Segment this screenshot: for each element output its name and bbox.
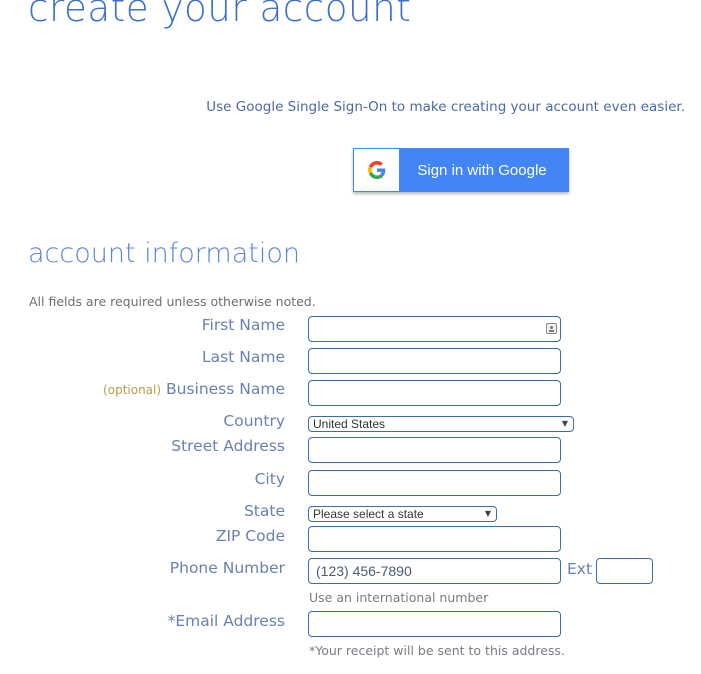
street-address-input[interactable] [308,437,561,463]
ext-label: Ext [567,560,593,578]
state-select[interactable]: Please select a state ▼ [308,506,497,522]
city-input[interactable] [308,470,561,496]
business-name-input[interactable] [308,380,561,406]
state-label: State [243,502,285,520]
email-receipt-note: *Your receipt will be sent to this addre… [309,643,565,658]
phone-number-input[interactable]: (123) 456-7890 [308,558,561,584]
google-sign-in-button[interactable]: Sign in with Google [353,148,569,192]
business-name-label: (optional) Business Name [103,380,285,398]
phone-number-label: Phone Number [169,559,285,577]
email-address-label: *Email Address [167,612,285,630]
phone-ext-input[interactable] [596,558,653,584]
zip-code-input[interactable] [308,526,561,552]
street-address-label: Street Address [171,437,285,455]
country-label: Country [223,412,285,430]
google-g-icon [367,161,385,179]
google-logo [354,149,399,191]
dropdown-arrow-icon: ▼ [561,419,568,428]
last-name-input[interactable] [308,348,561,374]
international-number-link[interactable]: Use an international number [309,590,488,605]
zip-code-label: ZIP Code [215,527,285,545]
business-name-label-text: Business Name [165,380,285,398]
contact-card-icon[interactable] [546,323,557,334]
phone-number-value: (123) 456-7890 [316,563,412,579]
state-selected: Please select a state [313,507,424,521]
city-label: City [254,470,285,488]
optional-tag: (optional) [103,383,162,397]
country-selected: United States [313,417,386,431]
dropdown-arrow-icon: ▼ [484,509,491,518]
section-title: account information [28,238,300,269]
google-button-label: Sign in with Google [417,161,547,179]
first-name-input[interactable] [308,316,561,342]
country-select[interactable]: United States ▼ [308,416,574,432]
page-title: create your account [28,0,412,30]
first-name-label: First Name [201,316,285,334]
sso-prompt: Use Google Single Sign-On to make creati… [206,99,685,115]
required-note: All fields are required unless otherwise… [29,294,316,309]
email-address-input[interactable] [308,611,561,637]
last-name-label: Last Name [202,348,285,366]
